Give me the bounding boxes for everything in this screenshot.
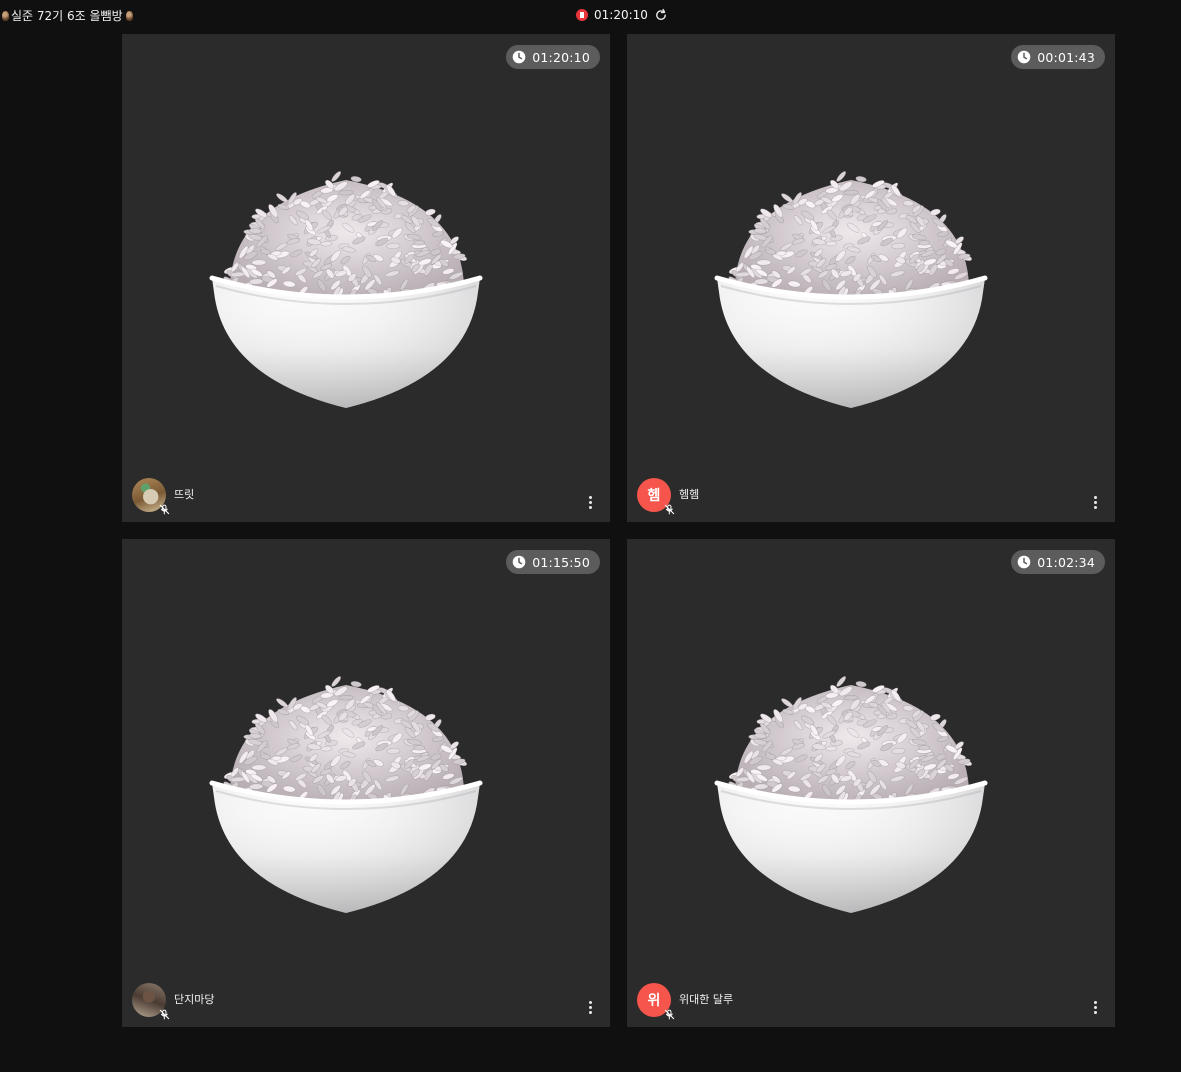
clock-icon	[512, 50, 526, 64]
participant-name: 위대한 달루	[679, 993, 734, 1006]
avatar[interactable]	[132, 478, 170, 515]
avatar[interactable]: 위	[637, 983, 675, 1020]
study-room-app: 실준 72기 6조 올뺌방 01:20:10 01:20:10 뜨릿 00:01…	[0, 0, 1181, 1072]
rice-bowl-emoji-icon	[206, 146, 486, 416]
room-title: 실준 72기 6조 올뺌방	[0, 7, 134, 24]
owl-emoji-icon	[124, 9, 134, 23]
study-timer-badge: 01:02:34	[1011, 550, 1105, 574]
mic-off-icon	[664, 504, 675, 515]
rice-bowl-graphic	[209, 676, 483, 913]
participant-tile[interactable]: 01:15:50 단지마당	[122, 539, 610, 1027]
room-title-text: 실준 72기 6조 올뺌방	[11, 9, 123, 23]
participant-tile[interactable]: 01:20:10 뜨릿	[122, 34, 610, 522]
timer-text: 01:15:50	[532, 554, 590, 570]
rice-bowl-emoji-icon	[711, 146, 991, 416]
owl-emoji-icon	[0, 9, 10, 23]
rice-bowl-graphic	[714, 171, 988, 408]
avatar[interactable]	[132, 983, 170, 1020]
timer-text: 01:20:10	[532, 49, 590, 65]
top-bar: 실준 72기 6조 올뺌방 01:20:10	[0, 0, 1181, 34]
rice-bowl-emoji-icon	[206, 651, 486, 921]
timer-text: 00:01:43	[1037, 49, 1095, 65]
avatar-letter: 위	[647, 993, 661, 1009]
participant-info: 위 위대한 달루	[637, 983, 734, 1020]
more-options-button[interactable]	[1089, 494, 1101, 510]
clock-icon	[512, 555, 526, 569]
study-timer-badge: 01:20:10	[506, 45, 600, 69]
participant-name: 뜨릿	[174, 488, 195, 501]
avatar-letter: 헴	[647, 488, 661, 504]
mic-off-icon	[159, 1009, 170, 1020]
participant-info: 단지마당	[132, 983, 215, 1020]
participant-name: 헴헴	[679, 488, 700, 501]
mic-off-icon	[664, 1009, 675, 1020]
participant-info: 헴 헴헴	[637, 478, 700, 515]
study-timer-badge: 01:15:50	[506, 550, 600, 574]
rice-bowl-graphic	[714, 676, 988, 913]
mic-off-icon	[159, 504, 170, 515]
study-timer-badge: 00:01:43	[1011, 45, 1105, 69]
avatar[interactable]: 헴	[637, 478, 675, 515]
participant-name: 단지마당	[174, 993, 215, 1006]
more-options-button[interactable]	[1089, 999, 1101, 1015]
clock-icon	[1017, 50, 1031, 64]
rice-bowl-graphic	[209, 171, 483, 408]
timer-text: 01:02:34	[1037, 554, 1095, 570]
participant-tile[interactable]: 01:02:34 위 위대한 달루	[627, 539, 1115, 1027]
participant-info: 뜨릿	[132, 478, 195, 515]
more-options-button[interactable]	[584, 494, 596, 510]
more-options-button[interactable]	[584, 999, 596, 1015]
clock-icon	[1017, 555, 1031, 569]
session-timer: 01:20:10	[576, 8, 668, 22]
rice-bowl-emoji-icon	[711, 651, 991, 921]
recording-pause-icon[interactable]	[576, 9, 588, 21]
refresh-icon[interactable]	[654, 8, 668, 22]
participant-tile[interactable]: 00:01:43 헴 헴헴	[627, 34, 1115, 522]
session-time-text: 01:20:10	[594, 8, 648, 22]
